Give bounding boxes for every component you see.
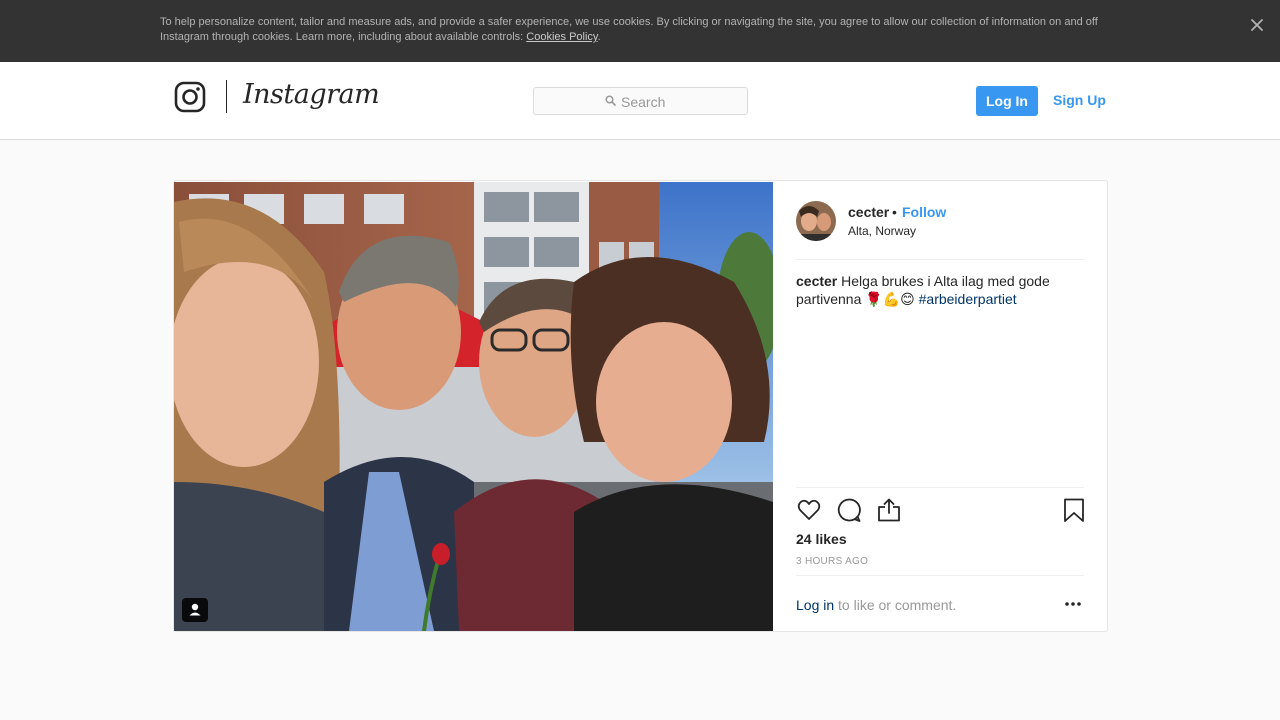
signup-link[interactable]: Sign Up [1053, 92, 1106, 108]
photo-illustration [174, 182, 773, 631]
divider [796, 259, 1084, 260]
login-link[interactable]: Log in [796, 597, 834, 613]
separator-dot: • [892, 204, 897, 220]
follow-button[interactable]: Follow [902, 204, 946, 220]
user-tag-button[interactable] [182, 598, 208, 622]
comment-icon[interactable] [836, 497, 862, 523]
post-photo[interactable] [174, 182, 773, 631]
post-username[interactable]: cecter [848, 204, 889, 220]
caption-username[interactable]: cecter [796, 273, 837, 289]
login-prompt: Log in to like or comment. [796, 597, 956, 613]
post-timestamp[interactable]: 3 HOURS AGO [796, 556, 868, 567]
post-caption: cecter Helga brukes i Alta ilag med gode… [796, 272, 1084, 308]
share-icon[interactable] [876, 497, 902, 523]
top-nav: Instagram Search Log In Sign Up [0, 62, 1280, 140]
divider [796, 575, 1084, 576]
login-prompt-text: to like or comment. [834, 597, 957, 613]
instagram-glyph-icon[interactable] [174, 81, 206, 113]
post-location[interactable]: Alta, Norway [848, 224, 916, 238]
close-icon[interactable] [1249, 17, 1265, 33]
bookmark-icon[interactable] [1061, 497, 1087, 523]
hashtag-link[interactable]: #arbeiderpartiet [919, 291, 1017, 307]
avatar[interactable] [796, 201, 836, 241]
search-placeholder: Search [621, 94, 666, 110]
cookies-policy-link[interactable]: Cookies Policy [526, 31, 597, 43]
login-button[interactable]: Log In [976, 86, 1038, 116]
avatar-image [796, 201, 836, 241]
search-input[interactable]: Search [533, 87, 748, 115]
post-sidebar: cecter • Follow Alta, Norway cecter Helg… [796, 181, 1084, 631]
more-icon[interactable] [1062, 595, 1084, 613]
logo-divider [226, 80, 227, 113]
search-icon [605, 95, 616, 106]
likes-count[interactable]: 24 likes [796, 531, 847, 547]
cookie-end: . [597, 31, 601, 43]
cookie-banner: To help personalize content, tailor and … [0, 0, 1280, 62]
divider [796, 487, 1084, 488]
cookie-message: To help personalize content, tailor and … [160, 16, 1098, 43]
post-card: cecter • Follow Alta, Norway cecter Helg… [173, 180, 1108, 632]
heart-icon[interactable] [796, 497, 822, 523]
cookie-text: To help personalize content, tailor and … [160, 15, 1120, 45]
user-tag-icon [189, 603, 201, 616]
instagram-wordmark[interactable]: Instagram [243, 79, 380, 110]
